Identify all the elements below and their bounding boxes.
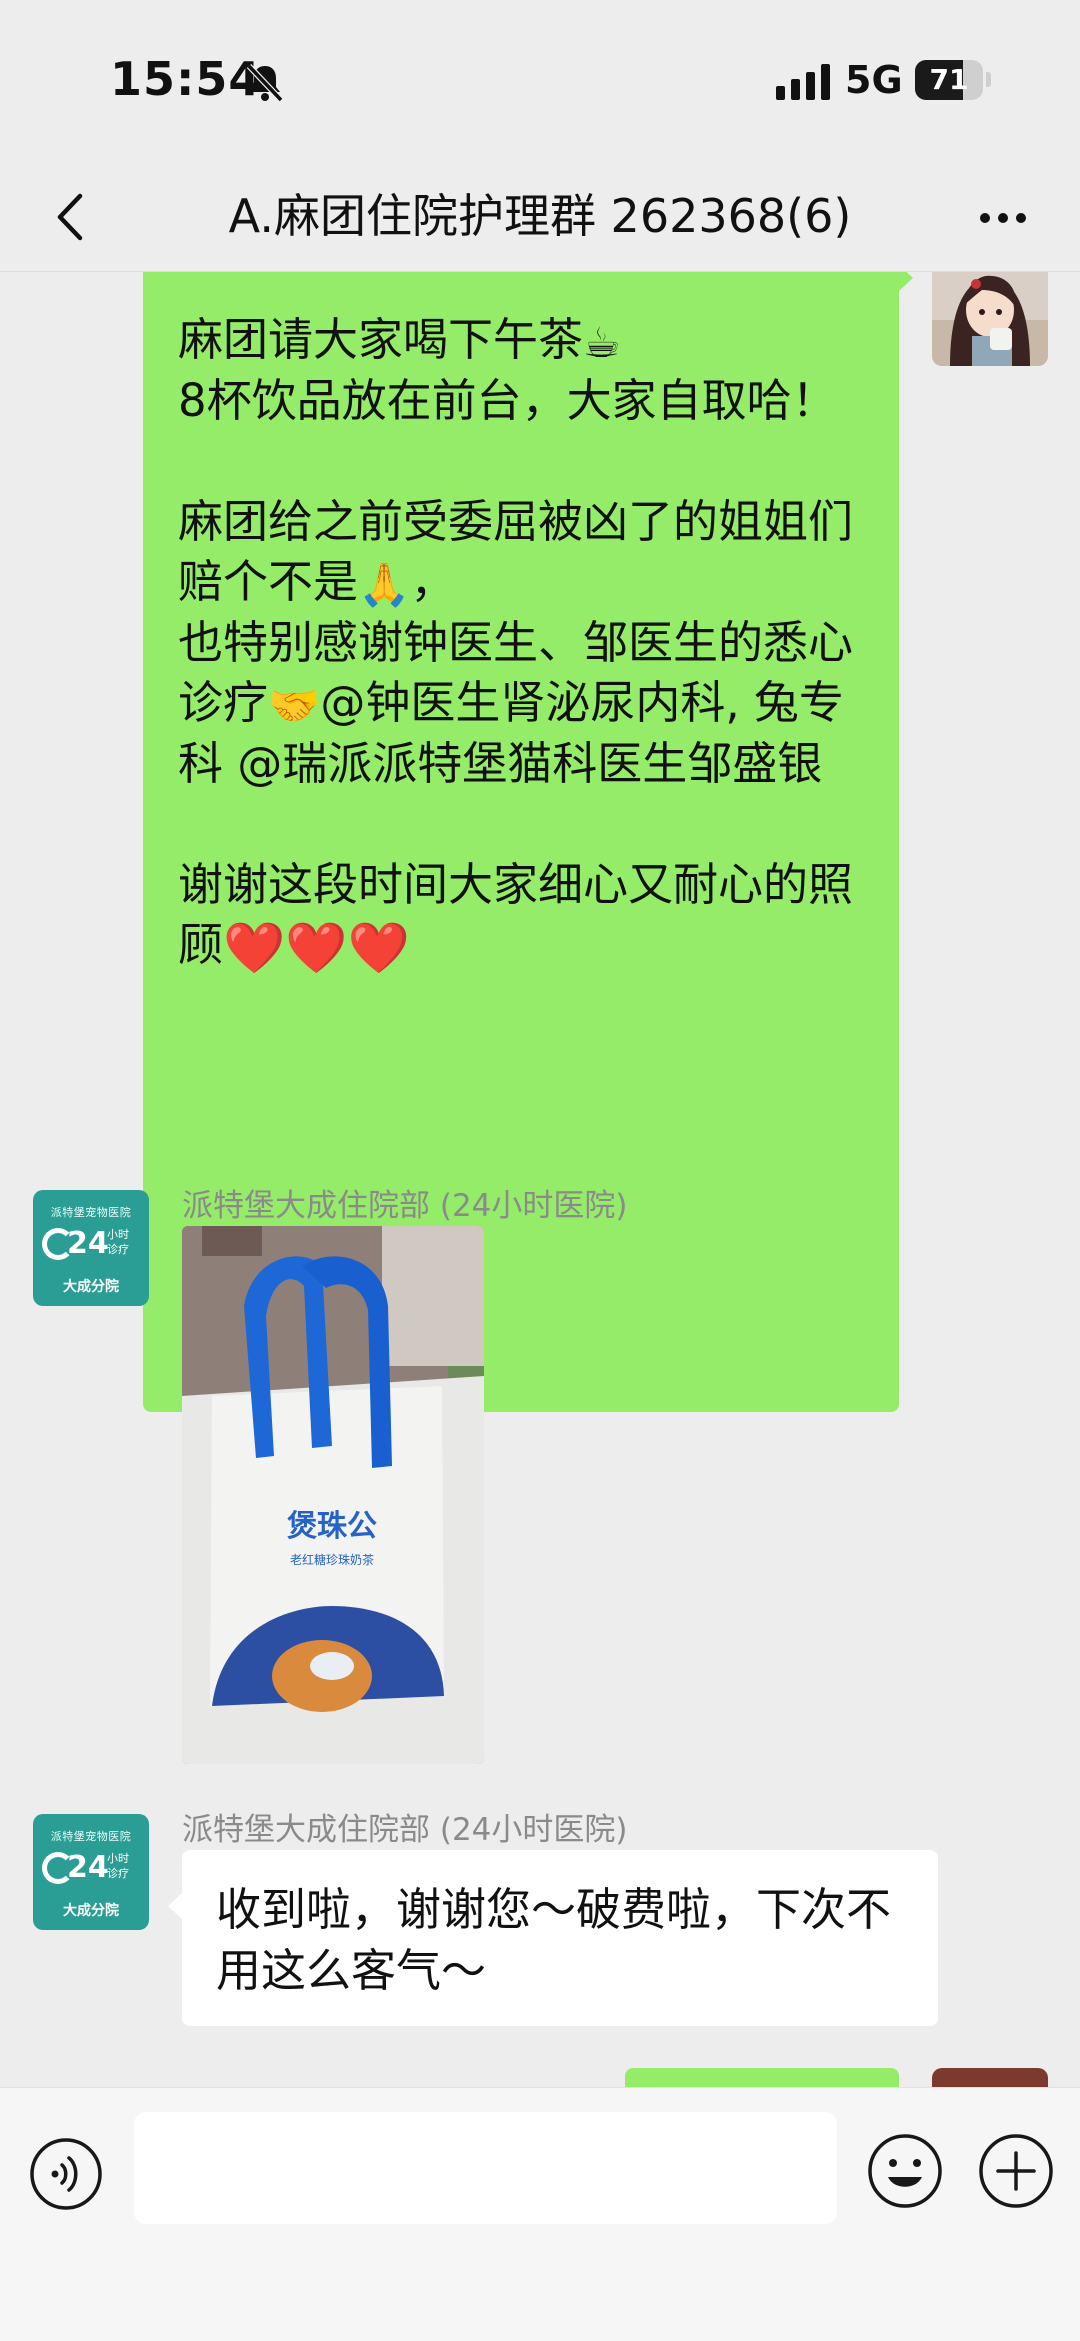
hospital-logo: 派特堡宠物医院 24 小时诊疗 大成分院 bbox=[33, 1190, 149, 1306]
signal-icon bbox=[776, 64, 830, 100]
hospital-logo-bottom: 大成分院 bbox=[63, 1279, 119, 1295]
voice-icon[interactable] bbox=[28, 2136, 104, 2212]
pray-emoji-icon: 🙏 bbox=[358, 560, 411, 609]
battery-tip bbox=[986, 72, 991, 87]
bubble-tail bbox=[898, 272, 913, 292]
my-avatar-partial[interactable] bbox=[932, 2068, 1048, 2087]
hospital-logo-bottom: 大成分院 bbox=[63, 1903, 119, 1919]
message-input[interactable] bbox=[134, 2112, 837, 2224]
hospital-logo-small-2: 诊疗 bbox=[107, 1243, 129, 1256]
my-message-bubble-partial[interactable] bbox=[625, 2068, 899, 2087]
hospital-logo-top: 派特堡宠物医院 bbox=[50, 1830, 132, 1843]
more-dots-icon[interactable] bbox=[968, 182, 1038, 252]
their-message-text: 收到啦，谢谢您～破费啦，下次不用这么客气～ bbox=[216, 1883, 892, 1997]
back-button[interactable] bbox=[40, 182, 110, 252]
network-type: 5G bbox=[845, 58, 903, 102]
hospital-logo: 派特堡宠物医院 24 小时诊疗 大成分院 bbox=[33, 1814, 149, 1930]
status-bar: 15:54 5G 71 bbox=[0, 0, 1080, 160]
heart-emoji-icon: ❤️❤️❤️ bbox=[223, 919, 410, 977]
hospital-logo-number: 24 bbox=[67, 1226, 109, 1261]
hospital-logo-number: 24 bbox=[67, 1850, 109, 1885]
image-message[interactable]: 煲珠公 老红糖珍珠奶茶 bbox=[182, 1226, 484, 1764]
hospital-avatar[interactable]: 派特堡宠物医院 24 小时诊疗 大成分院 bbox=[33, 1814, 149, 1930]
their-message-bubble[interactable]: 收到啦，谢谢您～破费啦，下次不用这么客气～ bbox=[168, 1850, 938, 2026]
bell-slash-icon bbox=[246, 63, 284, 103]
hospital-logo-small-1: 小时 bbox=[107, 1852, 129, 1865]
milk-tea-bag-photo: 煲珠公 老红糖珍珠奶茶 bbox=[182, 1226, 484, 1764]
bubble-tail bbox=[168, 1892, 183, 1920]
hospital-logo-top: 派特堡宠物医院 bbox=[50, 1206, 132, 1219]
message-segment: 麻团请大家喝下午茶 bbox=[178, 313, 584, 366]
battery-level: 71 bbox=[929, 63, 969, 96]
photo-brand-text: 煲珠公 bbox=[287, 1509, 377, 1544]
chat-header: A.麻团住院护理群 262368(6) bbox=[0, 160, 1080, 272]
my-message-text: 麻团请大家喝下午茶☕ 8杯饮品放在前台，大家自取哈！ 麻团给之前受委屈被凶了的姐… bbox=[178, 310, 863, 976]
hospital-avatar[interactable]: 派特堡宠物医院 24 小时诊疗 大成分院 bbox=[33, 1190, 149, 1306]
status-time: 15:54 bbox=[110, 52, 262, 106]
girl-avatar-icon bbox=[932, 272, 1048, 366]
battery-indicator: 71 bbox=[915, 60, 983, 100]
plus-icon[interactable] bbox=[977, 2132, 1055, 2210]
photo-subtitle-text: 老红糖珍珠奶茶 bbox=[290, 1552, 374, 1567]
chat-message-list[interactable]: 麻团请大家喝下午茶☕ 8杯饮品放在前台，大家自取哈！ 麻团给之前受委屈被凶了的姐… bbox=[0, 272, 1080, 2087]
hospital-logo-small: 小时 诊疗 bbox=[107, 1851, 129, 1881]
emoji-icon[interactable] bbox=[866, 2132, 944, 2210]
sender-name: 派特堡大成住院部 (24小时医院) bbox=[182, 1812, 628, 1848]
hospital-logo-small-2: 诊疗 bbox=[107, 1867, 129, 1880]
input-bar bbox=[0, 2087, 1080, 2341]
message-segment: 8杯饮品放在前台，大家自取哈！ 麻团给之前受委屈被凶了的姐姐们赔个不是 bbox=[178, 373, 854, 608]
my-avatar[interactable] bbox=[932, 272, 1048, 366]
handshake-emoji-icon: 🤝 bbox=[268, 681, 321, 730]
sender-name: 派特堡大成住院部 (24小时医院) bbox=[182, 1188, 628, 1224]
chat-title: A.麻团住院护理群 262368(6) bbox=[228, 189, 852, 243]
hospital-logo-small-1: 小时 bbox=[107, 1228, 129, 1241]
coffee-emoji-icon: ☕ bbox=[583, 318, 621, 367]
hospital-logo-small: 小时 诊疗 bbox=[107, 1227, 129, 1257]
